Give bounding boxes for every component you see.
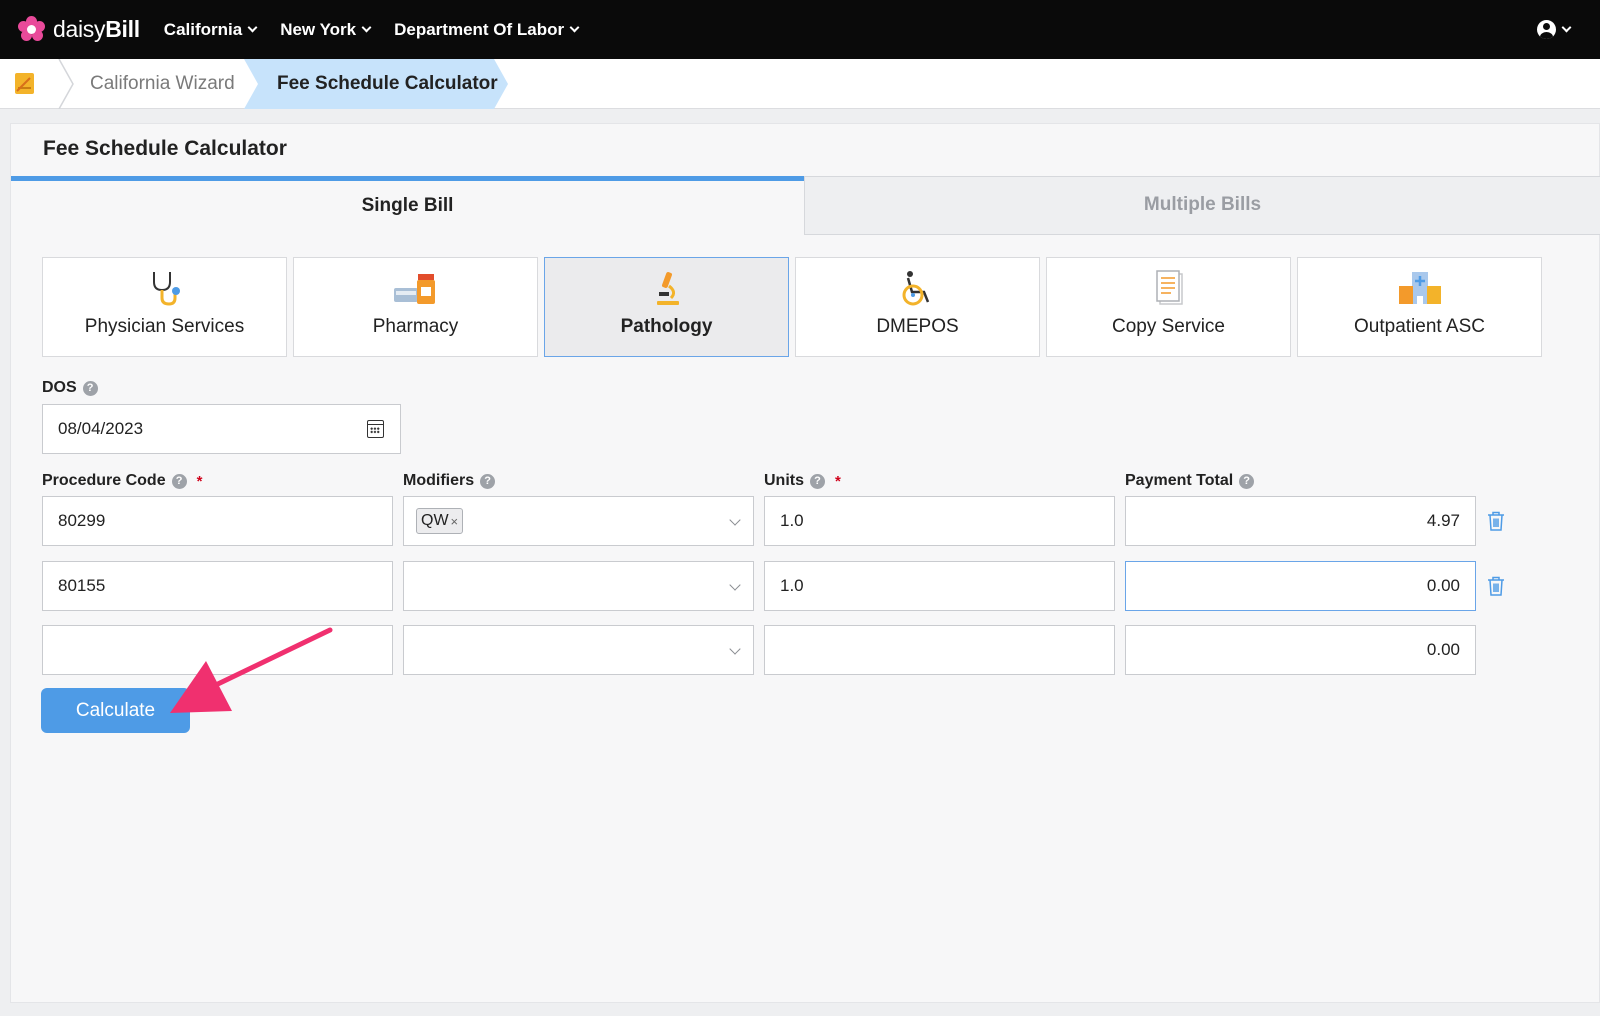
logo-text: daisyBill [53, 16, 140, 42]
nav-new-york[interactable]: New York [280, 20, 372, 40]
annotation-arrow [170, 627, 333, 713]
units-label: Units? * [764, 472, 841, 490]
trash-icon[interactable] [1487, 511, 1505, 531]
category-physician-services[interactable]: Physician Services [42, 257, 287, 357]
calendar-icon[interactable] [367, 420, 384, 438]
page-title: Fee Schedule Calculator [43, 137, 287, 160]
modifiers-select[interactable] [403, 625, 754, 675]
payment-total-field: 0.00 [1125, 561, 1476, 611]
user-menu[interactable] [1537, 20, 1572, 39]
procedure-code-label: Procedure Code? * [42, 472, 203, 490]
chevron-down-icon [729, 514, 741, 526]
payment-total-field: 0.00 [1125, 625, 1476, 675]
category-outpatient-asc[interactable]: Outpatient ASC [1297, 257, 1542, 357]
payment-total-field: 4.97 [1125, 496, 1476, 546]
procedure-code-input[interactable]: 80155 [42, 561, 393, 611]
chevron-down-icon [569, 22, 580, 33]
modifiers-label: Modifiers? [403, 472, 496, 490]
user-icon [1537, 20, 1556, 39]
modifier-tag: QW × [416, 508, 464, 534]
dos-label: DOS? [42, 379, 98, 397]
chevron-down-icon [361, 22, 372, 33]
chevron-down-icon [1561, 22, 1572, 33]
chevron-down-icon [729, 579, 741, 591]
category-pathology[interactable]: Pathology [544, 257, 789, 357]
modifiers-select[interactable]: QW × [403, 496, 754, 546]
nav-california[interactable]: California [164, 20, 258, 40]
help-icon[interactable]: ? [1239, 473, 1255, 489]
home-notepad-icon[interactable] [10, 69, 40, 99]
help-icon[interactable]: ? [171, 473, 187, 489]
stethoscope-icon [152, 272, 180, 306]
calculator-card: Fee Schedule Calculator Single Bill Mult… [10, 123, 1600, 1003]
payment-total-label: Payment Total? [1125, 472, 1255, 490]
remove-tag-icon[interactable]: × [451, 514, 459, 529]
tab-single-bill[interactable]: Single Bill [11, 176, 804, 234]
chevron-down-icon [729, 643, 741, 655]
required-marker: * [835, 472, 841, 490]
help-icon[interactable]: ? [480, 473, 496, 489]
chevron-down-icon [247, 22, 258, 33]
procedure-code-input[interactable]: 80299 [42, 496, 393, 546]
nav-department-of-labor[interactable]: Department Of Labor [394, 20, 580, 40]
top-nav: daisyBill California New York Department… [0, 0, 1600, 59]
microscope-icon [656, 272, 679, 305]
units-input[interactable]: 1.0 [764, 496, 1115, 546]
breadcrumb-california-wizard[interactable]: California Wizard [90, 73, 235, 95]
dos-date-field[interactable]: 08/04/2023 [42, 404, 401, 454]
category-copy-service[interactable]: Copy Service [1046, 257, 1291, 357]
modifiers-select[interactable] [403, 561, 754, 611]
trash-icon[interactable] [1487, 576, 1505, 596]
breadcrumb-fee-schedule-calculator: Fee Schedule Calculator [277, 73, 498, 94]
breadcrumb-separator [58, 59, 74, 109]
breadcrumb: California Wizard Fee Schedule Calculato… [0, 59, 1600, 109]
units-input[interactable] [764, 625, 1115, 675]
category-dmepos[interactable]: DMEPOS [795, 257, 1040, 357]
daisy-flower-icon [18, 16, 45, 43]
help-icon[interactable]: ? [82, 380, 98, 396]
wheelchair-icon [902, 271, 929, 306]
help-icon[interactable]: ? [810, 473, 825, 489]
category-pharmacy[interactable]: Pharmacy [293, 257, 538, 357]
pharmacy-bottle-icon [393, 274, 435, 304]
document-copy-icon [1155, 270, 1183, 305]
daisybill-logo[interactable]: daisyBill [18, 0, 140, 59]
required-marker: * [196, 472, 203, 490]
hospital-icon [1398, 272, 1441, 304]
dos-value: 08/04/2023 [58, 419, 144, 438]
units-input[interactable]: 1.0 [764, 561, 1115, 611]
tab-multiple-bills[interactable]: Multiple Bills [804, 176, 1600, 235]
